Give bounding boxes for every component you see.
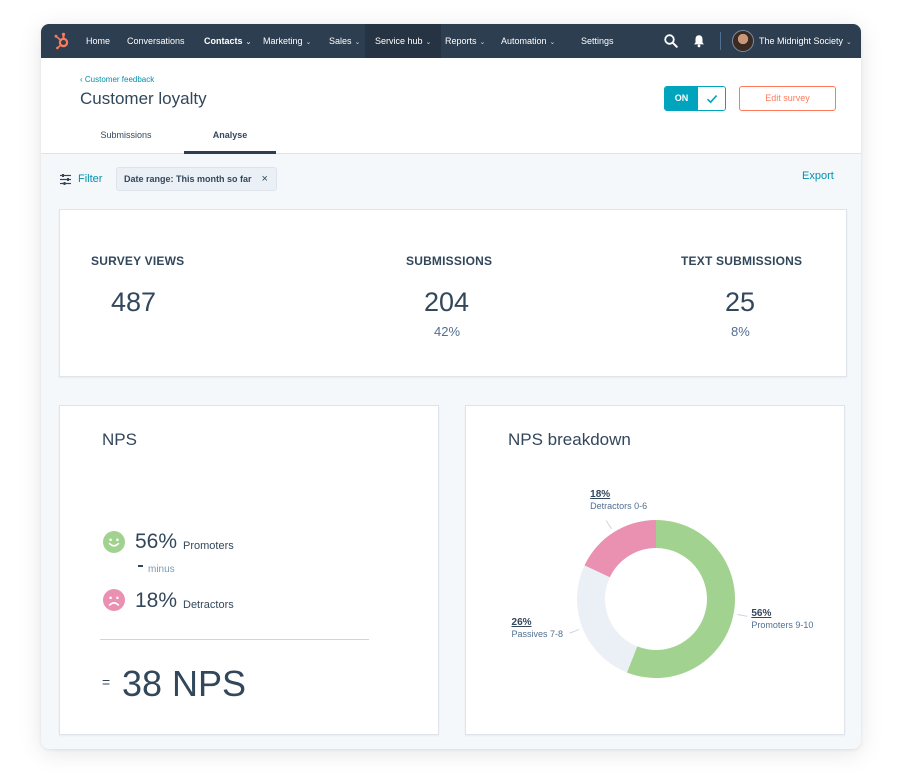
minus-sign [138,565,143,567]
nav-contacts[interactable]: Contacts ⌄ [204,24,251,58]
nav-service-hub[interactable]: Service hub ⌄ [365,24,442,58]
checkmark-icon [698,87,725,110]
text-submissions-title: TEXT SUBMISSIONS [681,254,803,268]
nps-title: NPS [102,430,137,449]
survey-on-toggle[interactable]: ON [664,86,726,111]
nav-sales[interactable]: Sales ⌄ [329,24,360,58]
filter-button[interactable]: Filter [78,173,102,185]
nps-donut-chart [569,520,748,678]
stats-summary-card: SURVEY VIEWS 487 SUBMISSIONS 204 42% TEX… [59,209,847,377]
app-window: Home Conversations Contacts ⌄ Marketing ⌄ … [41,24,861,749]
text-submissions-rate: 8% [731,324,750,339]
chevron-down-icon: ⌄ [425,39,432,46]
slice-label-promoters-9-10: Promoters 9-10 [751,620,814,631]
tab-analyse[interactable]: Analyse [184,130,276,154]
nav-home[interactable]: Home [86,24,110,58]
nps-divider [100,639,369,640]
nav-reports[interactable]: Reports ⌄ [445,24,485,58]
slice-percent-detractors-0-6: 18% [590,489,611,501]
sad-face-icon [103,589,125,611]
donut-slice-detractors-0-6[interactable] [584,520,656,578]
minus-label: minus [148,564,175,575]
sprocket-logo-icon[interactable] [53,32,71,50]
equals-sign: = [102,674,111,690]
leader-line-detractors-0-6 [605,520,612,530]
date-range-filter-chip[interactable]: Date range: This month so far × [116,167,277,191]
nav-divider [720,32,721,50]
export-link[interactable]: Export [802,170,834,182]
chip-label: Date range: This month so far [124,174,252,184]
nps-card: NPS 56% Promoters minus 18% Detractors =… [59,405,439,735]
close-icon[interactable]: × [262,173,268,185]
chevron-down-icon: ⌄ [354,39,361,46]
page-title: Customer loyalty [80,89,207,108]
filter-sliders-icon[interactable] [59,173,72,186]
chevron-down-icon: ⌄ [846,39,852,46]
leader-line-promoters-9-10 [737,614,748,617]
chevron-down-icon: ⌄ [479,39,486,46]
bell-icon[interactable] [691,33,707,49]
edit-survey-button[interactable]: Edit survey [739,86,836,111]
nps-breakdown-card: NPS breakdown 56% Promoters 9-10 26% Passiv… [465,405,845,735]
slice-label-detractors-0-6: Detractors 0-6 [590,501,648,512]
submissions-title: SUBMISSIONS [406,254,493,268]
tab-submissions[interactable]: Submissions [81,130,171,154]
submissions-value: 204 [424,287,470,317]
slice-label-passives-7-8: Passives 7-8 [511,629,564,640]
happy-face-icon [103,531,125,553]
avatar[interactable] [732,30,754,52]
chevron-down-icon: ⌄ [549,39,556,46]
nav-settings[interactable]: Settings [581,24,614,58]
nav-marketing[interactable]: Marketing ⌄ [263,24,311,58]
survey-views-title: SURVEY VIEWS [91,254,185,268]
submissions-rate: 42% [434,324,461,339]
breadcrumb-customer-feedback[interactable]: ‹ Customer feedback [80,75,154,84]
toggle-on-label: ON [665,87,698,110]
text-submissions-value: 25 [725,287,756,317]
nav-automation[interactable]: Automation ⌄ [501,24,555,58]
detractors-label: Detractors [183,599,234,611]
page-header: ‹ Customer feedback Customer loyalty ON … [41,58,861,154]
account-menu[interactable]: The Midnight Society ⌄ [759,24,852,58]
donut-slice-passives-7-8[interactable] [577,565,638,673]
search-icon[interactable] [663,33,679,49]
slice-percent-passives-7-8: 26% [511,617,532,629]
survey-views-value: 487 [111,287,157,317]
leader-line-passives-7-8 [569,629,580,634]
slice-percent-promoters-9-10: 56% [751,608,772,620]
chevron-down-icon: ⌄ [305,39,312,46]
promoters-label: Promoters [183,540,234,552]
promoters-percent: 56% [135,530,178,553]
chevron-down-icon: ⌄ [245,39,252,46]
nps-score: 38 NPS [122,663,247,704]
nav-conversations[interactable]: Conversations [127,24,185,58]
detractors-percent: 18% [135,589,178,612]
top-navigation: Home Conversations Contacts ⌄ Marketing ⌄ … [41,24,861,58]
